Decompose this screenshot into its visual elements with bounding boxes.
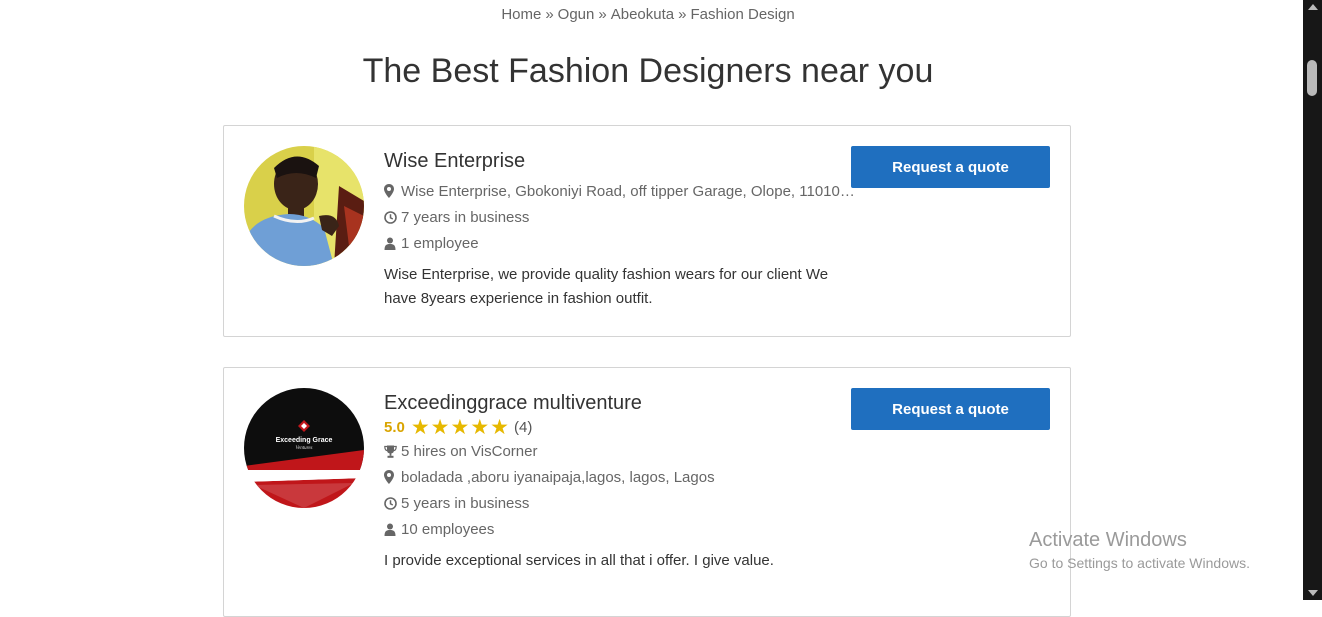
trophy-icon <box>384 442 398 466</box>
hires-text: 5 hires on VisCorner <box>401 443 538 460</box>
rating-score: 5.0 <box>384 419 405 436</box>
rating-count: (4) <box>514 419 533 436</box>
business-logo: Exceeding Grace Ventures <box>244 388 364 508</box>
address-text: Wise Enterprise, Gbokoniyi Road, off tip… <box>401 183 855 200</box>
years-row: 5 years in business <box>384 492 856 518</box>
clock-icon <box>384 208 398 232</box>
star-rating-icon: ★★★★★ <box>410 416 510 439</box>
business-description: I provide exceptional services in all th… <box>384 552 774 569</box>
request-quote-button[interactable]: Request a quote <box>851 388 1050 430</box>
breadcrumb-home[interactable]: Home <box>501 6 541 23</box>
business-name[interactable]: Wise Enterprise <box>384 148 859 174</box>
years-text: 7 years in business <box>401 209 530 226</box>
breadcrumb-abeokuta[interactable]: Abeokuta <box>611 6 674 23</box>
watermark-title: Activate Windows <box>1029 529 1187 551</box>
breadcrumb-separator: » <box>598 6 607 23</box>
user-icon <box>384 520 398 544</box>
breadcrumb-separator: » <box>678 6 687 23</box>
clock-icon <box>384 494 398 518</box>
employees-row: 1 employee <box>384 232 856 258</box>
page-title: The Best Fashion Designers near you <box>362 52 934 90</box>
listing-info: Wise Enterprise Wise Enterprise, Gbokoni… <box>384 148 859 311</box>
logo-subtext: Ventures <box>295 446 312 451</box>
user-icon <box>384 234 398 258</box>
scroll-down-arrow-icon[interactable] <box>1308 590 1318 596</box>
map-marker-icon <box>384 468 398 492</box>
listing-card-wise-enterprise: Wise Enterprise Wise Enterprise, Gbokoni… <box>223 125 1071 337</box>
logo-text: Exceeding Grace <box>276 437 333 444</box>
breadcrumb-ogun[interactable]: Ogun <box>558 6 595 23</box>
breadcrumb: Home» Ogun» Abeokuta» Fashion Design <box>0 6 1296 23</box>
employees-row: 10 employees <box>384 518 856 544</box>
avatar-exceedinggrace[interactable]: Exceeding Grace Ventures <box>244 388 364 508</box>
address-row: boladada ,aboru iyanaipaja,lagos, lagos,… <box>384 466 856 492</box>
request-quote-button[interactable]: Request a quote <box>851 146 1050 188</box>
scroll-up-arrow-icon[interactable] <box>1308 4 1318 10</box>
business-name[interactable]: Exceedinggrace multiventure <box>384 390 859 416</box>
breadcrumb-current: Fashion Design <box>690 6 795 23</box>
scrollbar-thumb[interactable] <box>1307 60 1317 96</box>
page: Home» Ogun» Abeokuta» Fashion Design The Be… <box>0 0 1303 617</box>
listing-info: Exceedinggrace multiventure 5.0 ★★★★★ (4… <box>384 390 859 573</box>
employees-text: 10 employees <box>401 521 495 538</box>
map-marker-icon <box>384 182 398 206</box>
listing-card-exceedinggrace: Exceeding Grace Ventures Exceedinggrace … <box>223 367 1071 617</box>
hires-row: 5 hires on VisCorner <box>384 440 856 466</box>
activate-windows-watermark: Activate Windows Go to Settings to activ… <box>1029 528 1250 574</box>
avatar-wise-enterprise[interactable] <box>244 146 364 266</box>
business-description: Wise Enterprise, we provide quality fash… <box>384 266 829 307</box>
watermark-subtitle: Go to Settings to activate Windows. <box>1029 555 1250 571</box>
rating-row[interactable]: 5.0 ★★★★★ (4) <box>384 416 859 440</box>
breadcrumb-separator: » <box>545 6 554 23</box>
years-row: 7 years in business <box>384 206 856 232</box>
years-text: 5 years in business <box>401 495 530 512</box>
address-row: Wise Enterprise, Gbokoniyi Road, off tip… <box>384 180 856 206</box>
address-text: boladada ,aboru iyanaipaja,lagos, lagos,… <box>401 469 715 486</box>
employees-text: 1 employee <box>401 235 479 252</box>
profile-photo <box>244 146 364 266</box>
vertical-scrollbar[interactable] <box>1303 0 1322 600</box>
